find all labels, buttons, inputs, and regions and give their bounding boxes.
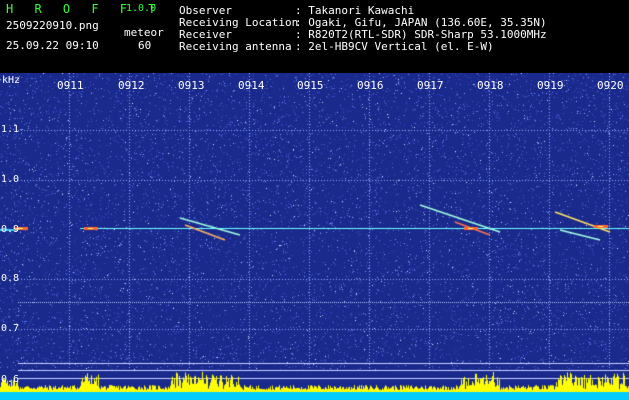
x-tick-label: 0914	[238, 79, 265, 92]
x-tick-label: 0917	[417, 79, 444, 92]
x-tick-label: 0918	[477, 79, 504, 92]
y-tick-label: 1.0	[1, 174, 20, 185]
app-version: 1.0.0	[126, 3, 157, 14]
y-tick-label: 1.1	[1, 124, 20, 135]
x-tick-label: 0911	[57, 79, 84, 92]
x-tick-label: 0916	[357, 79, 384, 92]
y-tick-label: 0.9	[1, 224, 20, 235]
spectrogram	[0, 73, 629, 400]
x-tick-label: 0913	[178, 79, 205, 92]
x-tick-label: 0912	[118, 79, 145, 92]
filename: 2509220910.png	[6, 19, 99, 32]
x-tick-label: 0919	[537, 79, 564, 92]
y-tick-label: 0.6	[1, 374, 20, 385]
antenna-label: Receiving antenna	[179, 40, 292, 53]
header-panel: H R O F F T 1.0.0 2509220910.png meteor …	[0, 0, 629, 73]
meteor-count: 60	[138, 39, 152, 52]
y-tick-label: 0.8	[1, 273, 20, 284]
y-axis-unit: kHz	[2, 75, 21, 86]
antenna-value: : 2el-HB9CV Vertical (el. E-W)	[295, 40, 494, 53]
y-tick-label: 0.7	[1, 323, 20, 334]
x-tick-label: 0915	[297, 79, 324, 92]
meteor-label: meteor	[124, 26, 164, 39]
x-tick-label: 0920	[597, 79, 624, 92]
datetime: 25.09.22 09:10	[6, 39, 99, 52]
